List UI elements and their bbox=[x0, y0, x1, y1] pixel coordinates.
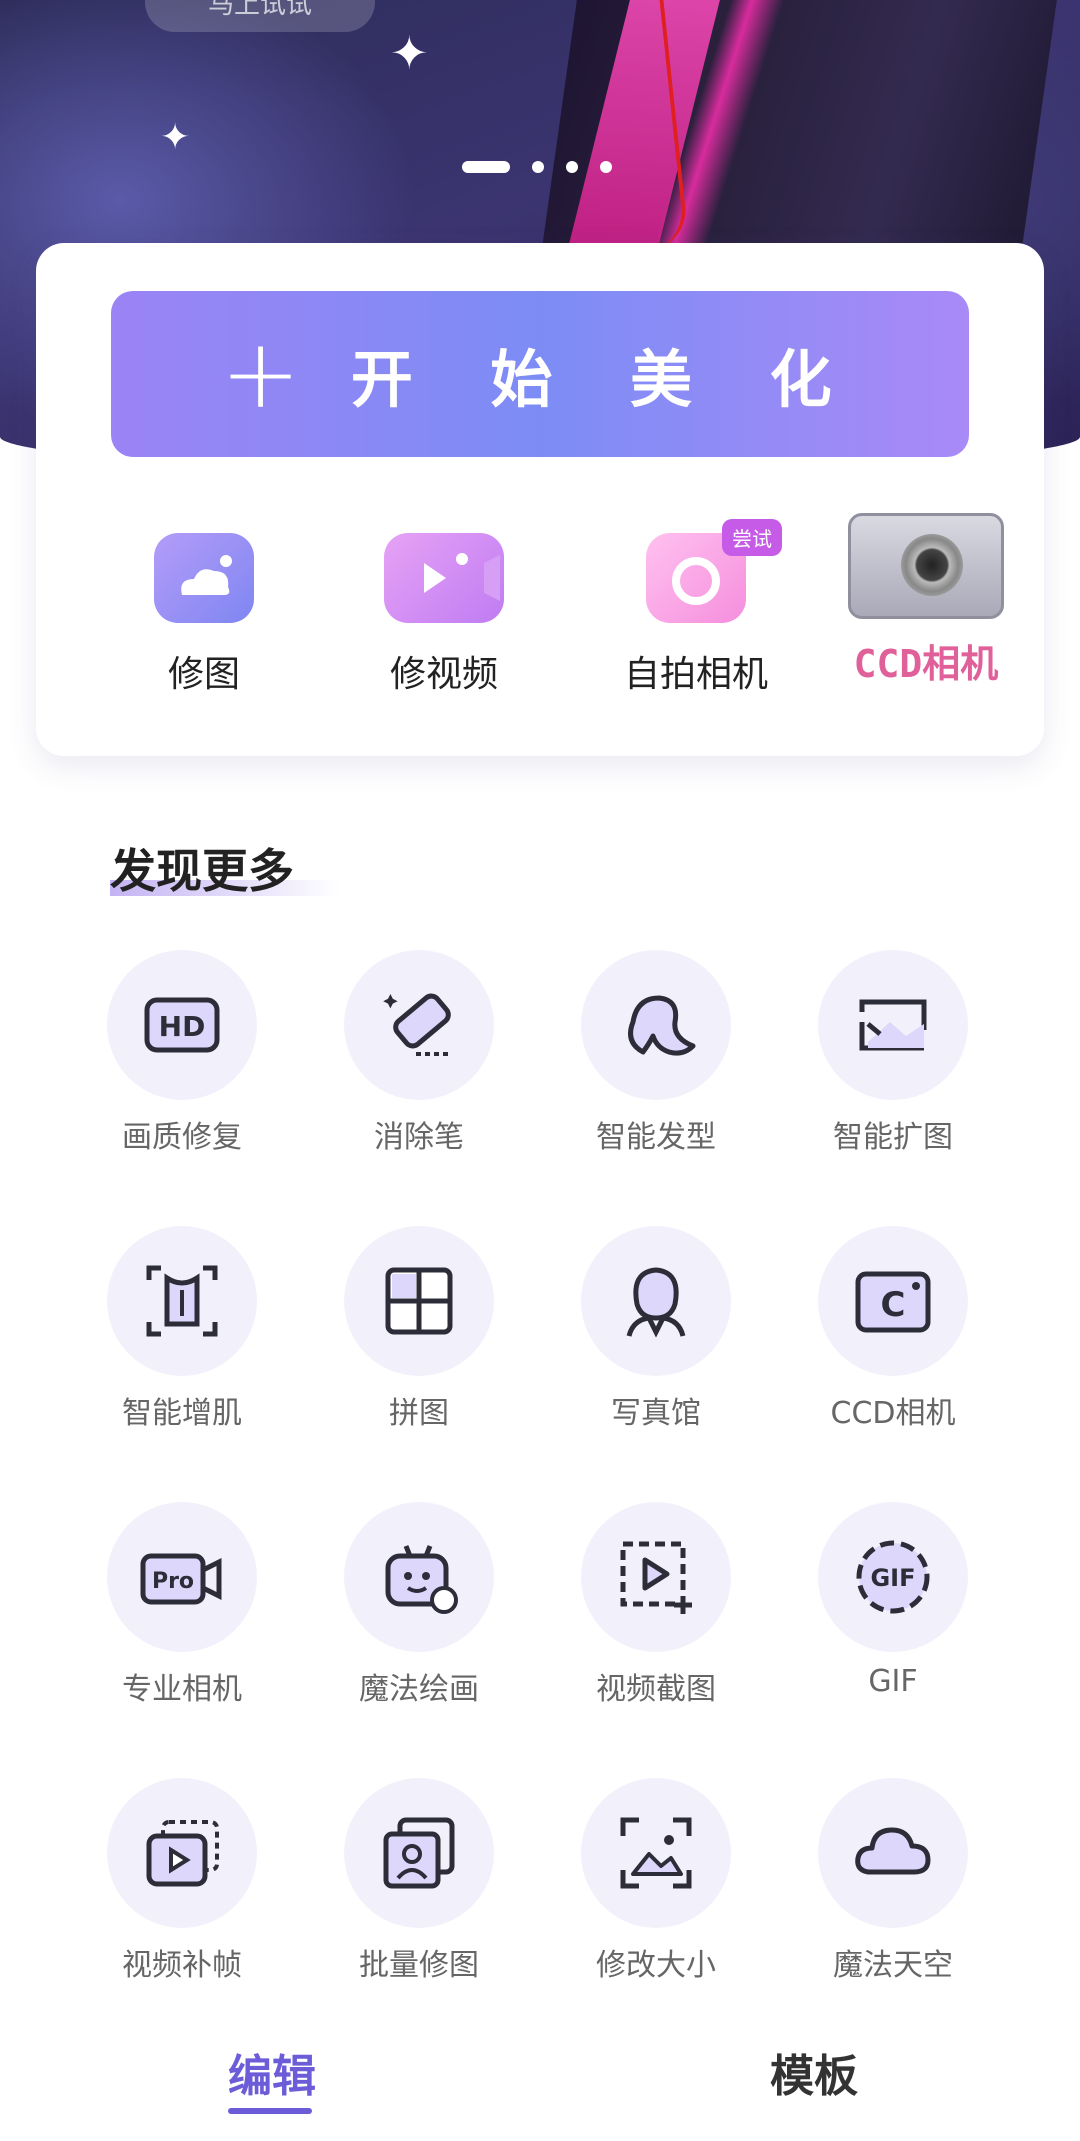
tool-eraser[interactable]: 消除笔 bbox=[299, 950, 539, 1156]
tool-pro-camera[interactable]: Pro 专业相机 bbox=[62, 1502, 302, 1708]
tool-magic-painting[interactable]: 魔法绘画 bbox=[299, 1502, 539, 1708]
page-dot bbox=[566, 161, 578, 173]
tool-video-frame-interp[interactable]: 视频补帧 bbox=[62, 1778, 302, 1984]
svg-text:HD: HD bbox=[159, 1010, 206, 1043]
ccd-camera-icon bbox=[848, 513, 1004, 619]
tool-batch-edit[interactable]: 批量修图 bbox=[299, 1778, 539, 1984]
bottom-tab-bar: 编辑 模板 bbox=[0, 2040, 1080, 2140]
tool-label: 修改大小 bbox=[596, 1948, 716, 1983]
tab-templates[interactable]: 模板 bbox=[770, 2040, 858, 2104]
page-dot bbox=[532, 161, 544, 173]
body-icon bbox=[107, 1226, 257, 1376]
sparkle-icon: ✦ bbox=[160, 117, 191, 158]
tool-label: 智能发型 bbox=[596, 1120, 716, 1155]
tool-label: 视频截图 bbox=[596, 1672, 716, 1707]
tool-photo-studio[interactable]: 写真馆 bbox=[536, 1226, 776, 1432]
tool-label: CCD相机 bbox=[830, 1396, 956, 1431]
tool-label: 批量修图 bbox=[359, 1948, 479, 1983]
video-camera-icon bbox=[384, 533, 504, 623]
tool-collage[interactable]: 拼图 bbox=[299, 1226, 539, 1432]
start-beautify-button[interactable]: + 开 始 美 化 bbox=[111, 291, 969, 457]
svg-text:Pro: Pro bbox=[152, 1569, 194, 1594]
camera-icon: 尝试 bbox=[646, 519, 782, 623]
svg-text:C: C bbox=[881, 1285, 906, 1325]
photo-icon bbox=[154, 533, 254, 623]
page-dot bbox=[600, 161, 612, 173]
tool-resize[interactable]: 修改大小 bbox=[536, 1778, 776, 1984]
quick-action-edit-photo[interactable]: 修图 bbox=[84, 533, 324, 697]
portrait-icon bbox=[581, 1226, 731, 1376]
tool-label: 专业相机 bbox=[122, 1672, 242, 1707]
tool-smart-hairstyle[interactable]: 智能发型 bbox=[536, 950, 776, 1156]
page-indicator bbox=[462, 160, 612, 174]
tool-label: 拼图 bbox=[389, 1396, 449, 1431]
pro-camera-icon: Pro bbox=[107, 1502, 257, 1652]
quick-action-label: 修图 bbox=[167, 654, 240, 695]
cloud-icon bbox=[818, 1778, 968, 1928]
tab-edit[interactable]: 编辑 bbox=[228, 2040, 316, 2104]
quick-action-ccd-camera[interactable]: CCD相机 bbox=[806, 513, 1046, 688]
quick-action-label: 修视频 bbox=[389, 654, 498, 695]
ccd-icon: C bbox=[818, 1226, 968, 1376]
collage-icon bbox=[344, 1226, 494, 1376]
robot-paint-icon bbox=[344, 1502, 494, 1652]
plus-icon: + bbox=[220, 318, 301, 430]
tool-label: 智能扩图 bbox=[833, 1120, 953, 1155]
page-dot-active bbox=[462, 161, 510, 173]
banner-chip[interactable]: 马上试试 bbox=[145, 0, 375, 32]
tool-label: 魔法天空 bbox=[833, 1948, 953, 1983]
video-capture-icon bbox=[581, 1502, 731, 1652]
main-card: + 开 始 美 化 修图 修视频 尝试 自拍相机 CCD相机 bbox=[36, 243, 1044, 756]
try-badge: 尝试 bbox=[722, 519, 782, 556]
hair-icon bbox=[581, 950, 731, 1100]
tool-label: 智能增肌 bbox=[122, 1396, 242, 1431]
tool-quality-repair[interactable]: HD 画质修复 bbox=[62, 950, 302, 1156]
frames-icon bbox=[107, 1778, 257, 1928]
tool-video-screenshot[interactable]: 视频截图 bbox=[536, 1502, 776, 1708]
active-tab-indicator bbox=[228, 2108, 312, 2114]
eraser-icon bbox=[344, 950, 494, 1100]
sparkle-icon: ✦ bbox=[390, 26, 429, 80]
tool-smart-muscle[interactable]: 智能增肌 bbox=[62, 1226, 302, 1432]
quick-action-edit-video[interactable]: 修视频 bbox=[324, 533, 564, 697]
tool-magic-sky[interactable]: 魔法天空 bbox=[773, 1778, 1013, 1984]
tool-label: 画质修复 bbox=[122, 1120, 242, 1155]
quick-action-label: 自拍相机 bbox=[623, 654, 768, 695]
expand-image-icon bbox=[818, 950, 968, 1100]
svg-text:GIF: GIF bbox=[870, 1564, 915, 1592]
quick-action-selfie-camera[interactable]: 尝试 自拍相机 bbox=[576, 519, 816, 697]
tool-label: 视频补帧 bbox=[122, 1948, 242, 1983]
tool-ccd-camera[interactable]: C CCD相机 bbox=[773, 1226, 1013, 1432]
gif-icon: GIF bbox=[818, 1502, 968, 1652]
tool-smart-expand[interactable]: 智能扩图 bbox=[773, 950, 1013, 1156]
batch-icon bbox=[344, 1778, 494, 1928]
quick-action-label: CCD相机 bbox=[853, 642, 999, 686]
resize-icon bbox=[581, 1778, 731, 1928]
tool-gif[interactable]: GIF GIF bbox=[773, 1502, 1013, 1699]
hd-icon: HD bbox=[107, 950, 257, 1100]
tool-label: GIF bbox=[868, 1664, 918, 1699]
tool-label: 魔法绘画 bbox=[359, 1672, 479, 1707]
discover-title: 发现更多 bbox=[110, 844, 294, 898]
tool-label: 写真馆 bbox=[611, 1396, 701, 1431]
start-beautify-label: 开 始 美 化 bbox=[350, 343, 860, 416]
tool-label: 消除笔 bbox=[374, 1120, 464, 1155]
